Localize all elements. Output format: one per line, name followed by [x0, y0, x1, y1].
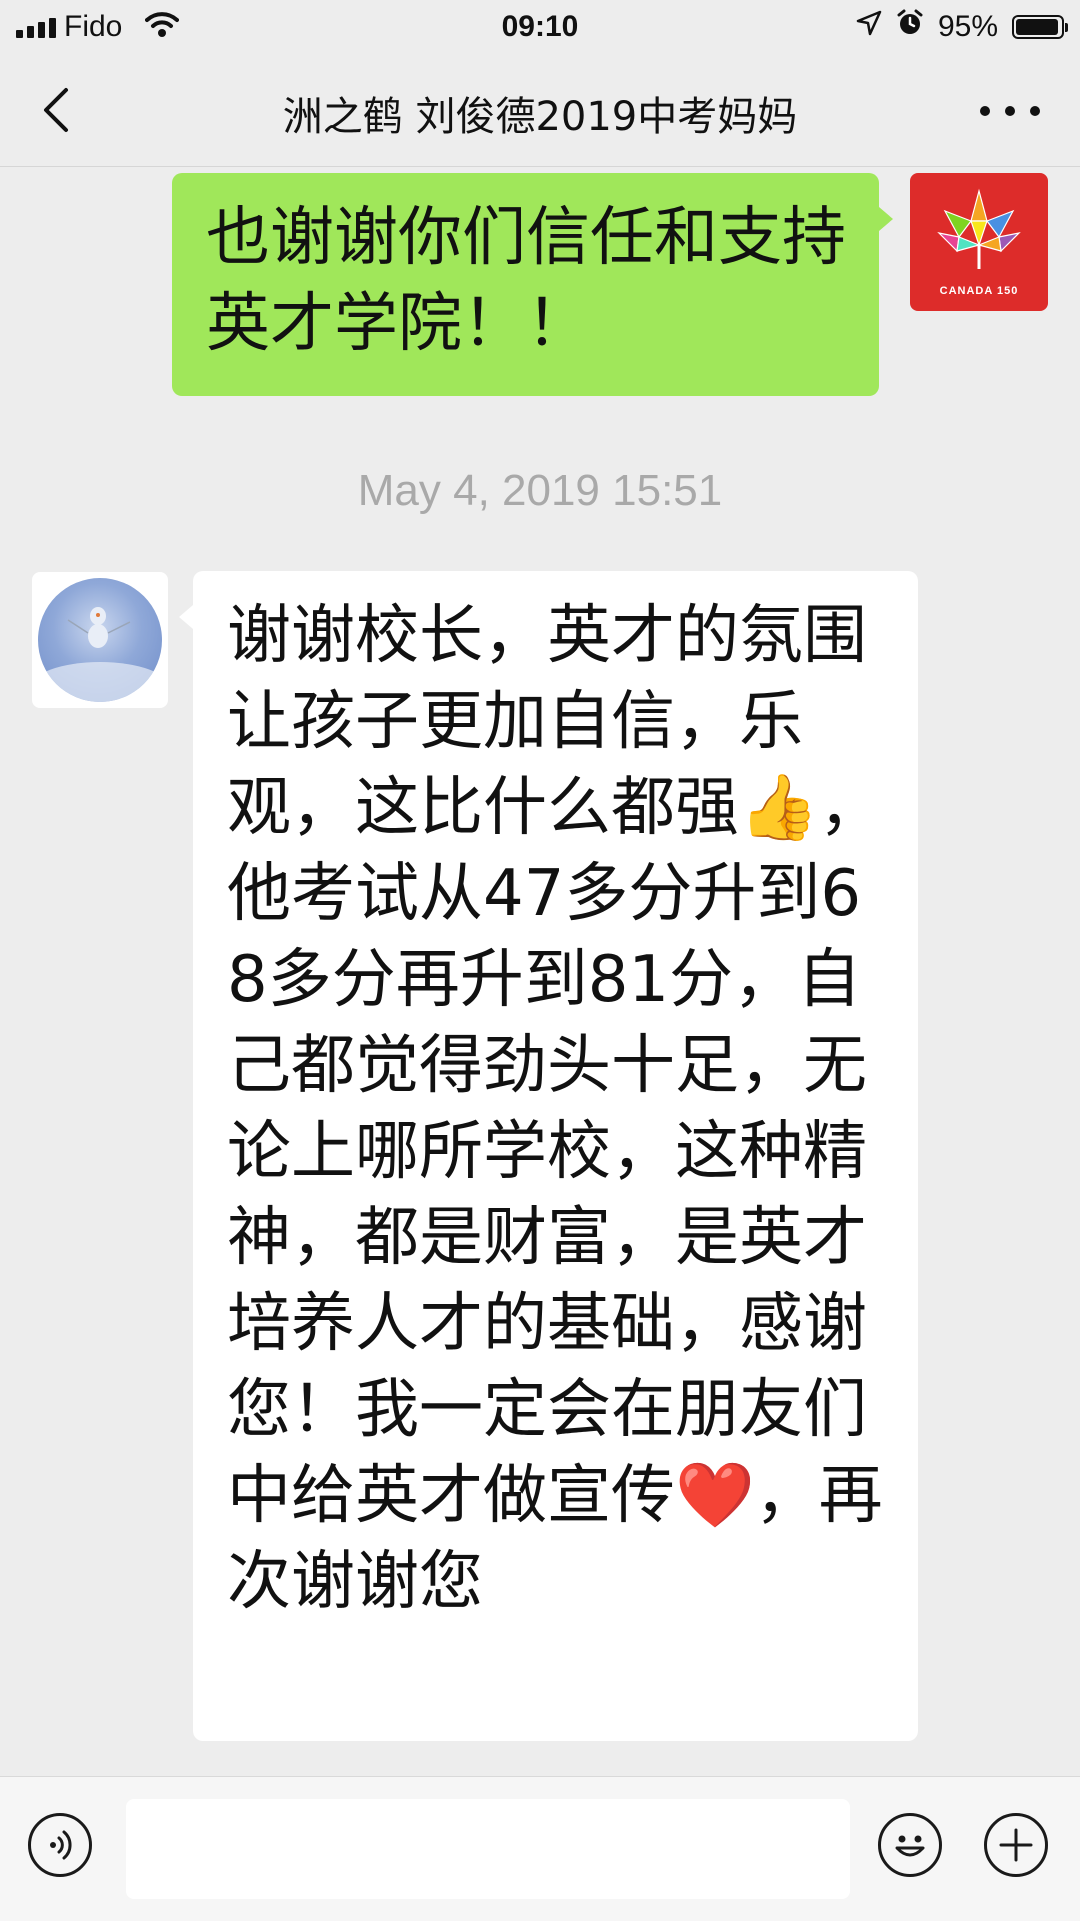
- more-dots-icon: [980, 106, 990, 116]
- alarm-icon: [896, 9, 924, 45]
- heart-emoji: ❤️: [675, 1459, 755, 1533]
- more-button[interactable]: [980, 86, 1040, 136]
- chevron-left-icon: [44, 88, 68, 132]
- back-button[interactable]: [36, 82, 92, 138]
- chat-title: 洲之鹤 刘俊德2019中考妈妈: [282, 94, 798, 140]
- message-timestamp: May 4, 2019 15:51: [357, 466, 723, 515]
- thumbs-up-emoji: 👍: [739, 771, 819, 845]
- location-arrow-icon: [856, 10, 882, 44]
- emoji-icon: [895, 1835, 925, 1857]
- plus-icon: [999, 1828, 1033, 1862]
- voice-icon: [50, 1830, 72, 1860]
- incoming-message-text-part2: ，他考试从47多分升到68多分再升到81分，自己都觉得劲头十足，无论上哪所学校，…: [227, 771, 883, 1533]
- emoji-button[interactable]: [878, 1813, 942, 1877]
- plus-button[interactable]: [984, 1813, 1048, 1877]
- incoming-message-bubble[interactable]: 谢谢校长，英才的氛围让孩子更加自信，乐观，这比什么都强👍，他考试从47多分升到6…: [179, 571, 918, 1741]
- self-avatar[interactable]: CANADA 150: [910, 173, 1048, 311]
- nav-bar: 洲之鹤 刘俊德2019中考妈妈: [0, 56, 1080, 167]
- contact-avatar[interactable]: [32, 572, 168, 708]
- battery-icon: [1012, 15, 1068, 39]
- outgoing-message-bubble[interactable]: 也谢谢你们信任和支持英才学院！！: [172, 173, 893, 396]
- snowman-photo-icon: [38, 578, 162, 702]
- status-bar: Fido 09:10 95%: [0, 0, 1080, 56]
- outgoing-message-text: 也谢谢你们信任和支持英才学院！！: [206, 201, 846, 361]
- input-bar: [0, 1776, 1080, 1921]
- message-input[interactable]: [126, 1799, 850, 1899]
- battery-percent: 95%: [937, 10, 998, 43]
- canada-150-label: CANADA 150: [939, 285, 1019, 297]
- voice-button[interactable]: [28, 1813, 92, 1877]
